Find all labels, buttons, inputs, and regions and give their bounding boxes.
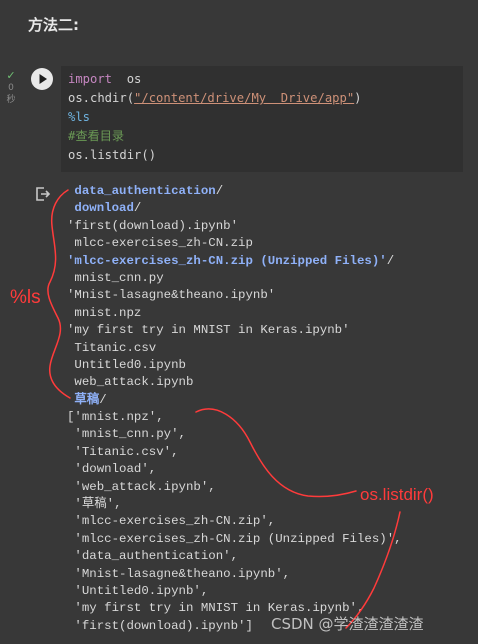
red-annotation-strokes xyxy=(47,189,401,629)
annotation-ls-label: %ls xyxy=(10,287,41,308)
watermark: CSDN @学渣渣渣渣渣 xyxy=(271,615,424,633)
annotation-listdir-label: os.listdir() xyxy=(360,485,434,504)
